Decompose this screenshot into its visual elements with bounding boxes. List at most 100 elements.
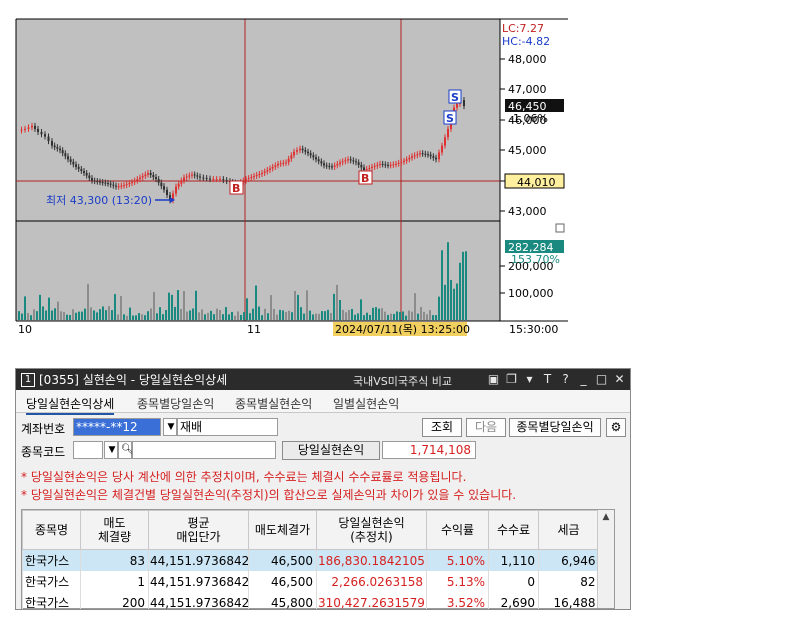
stock-code-label: 종목코드 xyxy=(21,445,66,459)
table-row[interactable]: 한국가스 83 44,151.9736842 46,500 186,830.18… xyxy=(22,549,599,571)
volume-bar xyxy=(315,313,317,320)
volume-bar xyxy=(189,310,191,320)
column-header[interactable]: 수수료 xyxy=(488,510,539,550)
next-button[interactable]: 다음 xyxy=(466,418,506,437)
close-pane-icon[interactable] xyxy=(555,223,565,233)
plot-area xyxy=(16,19,500,321)
candle-body xyxy=(83,170,85,173)
candle-body xyxy=(59,148,61,151)
volume-bar xyxy=(270,295,272,320)
account-number-input[interactable]: *****-**12 xyxy=(73,418,161,436)
close-icon[interactable]: ✕ xyxy=(613,372,626,386)
buy-signal-1[interactable]: B xyxy=(229,180,244,195)
column-header[interactable]: 세금 xyxy=(538,510,599,550)
minimize-icon[interactable]: _ xyxy=(577,372,590,386)
column-header[interactable]: 매도 체결량 xyxy=(80,510,149,550)
cell-sell-price: 45,800 xyxy=(248,592,317,609)
candle-body xyxy=(69,159,72,162)
candle-body xyxy=(123,185,125,187)
sell-signal-2[interactable]: S xyxy=(448,89,462,104)
stock-code-input[interactable] xyxy=(73,441,103,459)
candle-body xyxy=(352,160,355,162)
candle-body xyxy=(219,179,221,181)
volume-bar xyxy=(228,314,230,320)
window-title: [0355] 실현손익 - 당일실현손익상세 xyxy=(39,373,228,387)
cell-sell-qty: 200 xyxy=(80,592,149,609)
volume-bar xyxy=(138,313,140,320)
tab-realized-pnl-by-stock[interactable]: 종목별실현손익 xyxy=(235,395,312,412)
volume-bar xyxy=(339,300,341,320)
account-dropdown-icon[interactable]: ▼ xyxy=(163,418,177,436)
tab-daily-realized-detail[interactable]: 당일실현손익상세 xyxy=(26,395,115,415)
candle-body xyxy=(299,148,301,151)
compare-link[interactable]: 국내VS미국주식 비교 xyxy=(353,373,452,389)
candle-body xyxy=(325,165,328,167)
candle-body xyxy=(72,161,75,165)
candle-body xyxy=(296,150,298,152)
volume-bar xyxy=(57,301,59,320)
volume-bar xyxy=(21,313,23,320)
stock-name-field xyxy=(132,441,276,459)
layout-icon[interactable]: ▣ xyxy=(487,372,500,386)
volume-bar xyxy=(462,251,464,320)
volume-bar xyxy=(363,315,365,320)
table-row[interactable]: 한국가스 200 44,151.9736842 45,800 310,427.2… xyxy=(22,592,599,609)
volume-bar xyxy=(201,309,203,320)
candle-body xyxy=(323,163,325,166)
end-time-label: 15:30:00 xyxy=(509,323,558,336)
pin-icon[interactable]: ▾ xyxy=(523,372,536,386)
candle-body xyxy=(355,161,357,163)
volume-bar xyxy=(435,315,437,320)
volume-bar xyxy=(318,313,320,320)
candle-body xyxy=(112,184,115,186)
column-header[interactable]: 수익률 xyxy=(426,510,489,550)
candle-body xyxy=(416,154,419,156)
font-size-icon[interactable]: T xyxy=(541,372,554,386)
help-icon[interactable]: ? xyxy=(559,372,572,386)
candle-body xyxy=(157,179,160,183)
sell-signal-1[interactable]: S xyxy=(443,110,457,125)
by-stock-pnl-button[interactable]: 종목별당일손익 xyxy=(509,418,601,437)
candle-body xyxy=(405,159,408,161)
volume-bar xyxy=(42,306,44,320)
maximize-icon[interactable]: □ xyxy=(595,372,608,386)
settings-gear-icon[interactable]: ⚙ xyxy=(606,418,626,437)
candle-body xyxy=(293,151,295,156)
volume-bar xyxy=(168,292,170,320)
candle-body xyxy=(202,177,205,179)
candle-body xyxy=(149,173,152,176)
sell-signal-label: S xyxy=(446,112,454,125)
candle-body xyxy=(199,176,201,178)
search-icon[interactable]: 🔍︎ xyxy=(118,441,134,459)
column-header[interactable]: 매도체결가 xyxy=(248,510,317,550)
column-header[interactable]: 종목명 xyxy=(22,510,81,550)
candle-body xyxy=(373,165,376,167)
candle-body xyxy=(421,153,424,155)
scroll-up-icon[interactable]: ▲ xyxy=(598,510,614,524)
candle-body xyxy=(328,165,331,167)
candle-body xyxy=(109,183,112,185)
volume-bar xyxy=(324,311,326,320)
table-row[interactable]: 한국가스 1 44,151.9736842 46,500 2,266.02631… xyxy=(22,571,599,592)
copy-window-icon[interactable]: ❐ xyxy=(505,372,518,386)
candle-body xyxy=(379,163,381,165)
table-scrollbar[interactable]: ▲ xyxy=(597,510,614,608)
volume-bar xyxy=(432,315,434,320)
buy-signal-2[interactable]: B xyxy=(358,170,373,185)
tab-daily-realized-pnl[interactable]: 일별실현손익 xyxy=(333,395,399,412)
query-button[interactable]: 조회 xyxy=(422,418,462,437)
stock-code-dropdown-icon[interactable]: ▼ xyxy=(104,441,118,459)
title-bar[interactable]: 1 [0355] 실현손익 - 당일실현손익상세 국내VS미국주식 비교 ▣ ❐… xyxy=(16,369,630,390)
volume-bar xyxy=(411,311,413,320)
volume-bar xyxy=(330,312,332,320)
stock-chart[interactable]: LC:7.27 HC:-4.82 48,00047,00046,00045,00… xyxy=(0,0,568,338)
volume-bar xyxy=(219,310,221,320)
tab-daily-pnl-by-stock[interactable]: 종목별당일손익 xyxy=(137,395,214,412)
column-header[interactable]: 당일실현손익 (추정치) xyxy=(316,510,427,550)
candle-body xyxy=(131,182,133,184)
candle-body xyxy=(285,162,287,164)
account-row: 계좌번호 *****-**12 ▼ 재배 조회 다음 종목별당일손익 ⚙ xyxy=(16,418,630,438)
cursor-price-label: 44,010 xyxy=(517,176,556,189)
column-header[interactable]: 평균 매입단가 xyxy=(148,510,249,550)
cell-return-rate: 3.52% xyxy=(426,592,489,609)
